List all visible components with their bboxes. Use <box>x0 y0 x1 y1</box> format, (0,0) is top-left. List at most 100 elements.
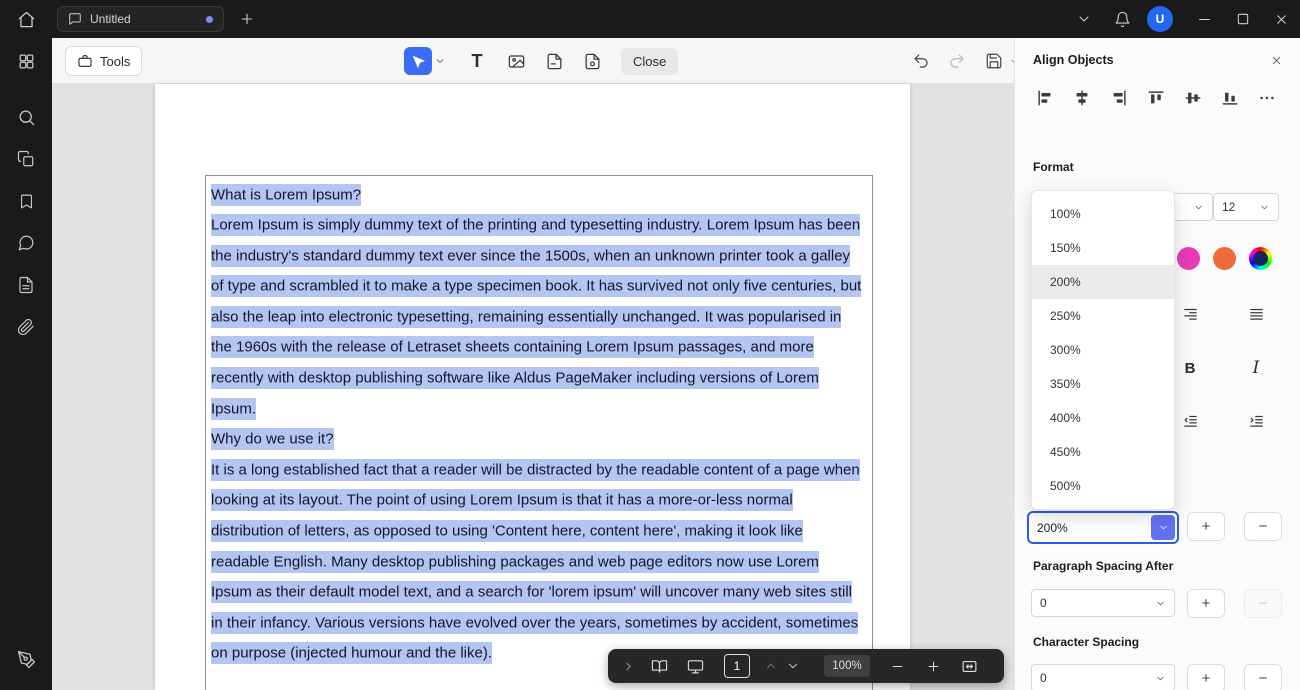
justify-text-icon[interactable] <box>1242 300 1270 328</box>
indent-increase-icon[interactable] <box>1242 407 1270 435</box>
zoom-in-icon[interactable] <box>922 659 944 674</box>
character-spacing-value: 0 <box>1040 671 1047 685</box>
quick-tools-group: T Close <box>404 46 678 76</box>
notification-bell-icon[interactable] <box>1108 0 1136 38</box>
align-center-horizontal-button[interactable] <box>1069 85 1095 111</box>
document-outline-icon[interactable] <box>0 264 52 306</box>
paragraph-spacing-decrease-button[interactable]: − <box>1244 589 1282 618</box>
read-mode-icon[interactable] <box>648 658 670 675</box>
paragraph-spacing-label: Paragraph Spacing After <box>1033 559 1173 573</box>
line-spacing-option[interactable]: 150% <box>1032 231 1174 265</box>
line-spacing-option[interactable]: 250% <box>1032 299 1174 333</box>
color-picker-swatch[interactable] <box>1249 247 1272 270</box>
paragraph-spacing-increase-button[interactable]: + <box>1187 589 1225 618</box>
select-tool-button[interactable] <box>404 47 432 75</box>
line-spacing-option[interactable]: 400% <box>1032 401 1174 435</box>
align-top-button[interactable] <box>1143 85 1169 111</box>
doc-heading-1: What is Lorem Ipsum? <box>211 180 863 211</box>
user-avatar[interactable]: U <box>1147 6 1173 32</box>
line-spacing-decrease-button[interactable]: − <box>1244 512 1282 541</box>
close-tool-button[interactable]: Close <box>621 48 678 75</box>
panel-title: Align Objects <box>1033 53 1114 67</box>
line-spacing-input[interactable]: 200% <box>1027 511 1179 544</box>
doc-heading-2: Why do we use it? <box>211 425 863 456</box>
more-alignment-options-icon[interactable] <box>1254 85 1280 111</box>
close-label: Close <box>633 54 666 69</box>
view-status-bar: 1 100% <box>608 649 1004 683</box>
pink-color-swatch[interactable] <box>1177 247 1200 270</box>
fit-width-icon[interactable] <box>958 658 980 675</box>
zoom-out-icon[interactable] <box>886 659 908 674</box>
line-spacing-dropdown-toggle[interactable] <box>1151 515 1175 540</box>
form-tool-button[interactable] <box>539 46 569 76</box>
line-spacing-options-list: 100% 150% 200% 250% 300% 350% 400% 450% … <box>1031 190 1175 510</box>
image-tool-button[interactable] <box>501 46 531 76</box>
orange-color-swatch[interactable] <box>1213 247 1236 270</box>
expand-chevron-icon[interactable] <box>620 660 636 673</box>
line-spacing-option-selected[interactable]: 200% <box>1032 265 1174 299</box>
page-number-input[interactable]: 1 <box>724 654 750 678</box>
collapse-chevron-icon[interactable] <box>1070 0 1098 38</box>
pdf-page[interactable]: What is Lorem Ipsum? Lorem Ipsum is simp… <box>155 84 910 690</box>
line-spacing-option[interactable]: 300% <box>1032 333 1174 367</box>
line-spacing-option[interactable]: 500% <box>1032 469 1174 503</box>
align-right-button[interactable] <box>1106 85 1132 111</box>
align-bottom-button[interactable] <box>1217 85 1243 111</box>
character-spacing-decrease-button[interactable]: − <box>1244 664 1282 690</box>
align-middle-vertical-button[interactable] <box>1180 85 1206 111</box>
attachments-icon[interactable] <box>0 306 52 348</box>
bold-button[interactable]: B <box>1176 354 1204 382</box>
tab-chat-icon <box>68 12 82 26</box>
italic-button[interactable]: I <box>1242 354 1270 382</box>
doc-paragraph-2: It is a long established fact that a rea… <box>211 455 863 669</box>
text-tool-glyph: T <box>472 51 483 72</box>
align-text-right-icon[interactable] <box>1176 300 1204 328</box>
line-spacing-option[interactable]: 100% <box>1032 197 1174 231</box>
apps-grid-icon[interactable] <box>0 38 52 84</box>
close-window-button[interactable] <box>1267 0 1295 38</box>
paragraph-spacing-dropdown[interactable]: 0 <box>1031 589 1175 617</box>
zoom-level-display[interactable]: 100% <box>824 655 870 677</box>
maximize-button[interactable] <box>1229 0 1257 38</box>
main-toolbar: Tools T Close <box>52 38 1014 84</box>
unsaved-indicator-dot <box>206 16 213 23</box>
comments-icon[interactable] <box>0 222 52 264</box>
previous-page-icon[interactable] <box>762 659 780 673</box>
font-color-swatches <box>1177 247 1272 270</box>
save-icon[interactable] <box>980 46 1008 76</box>
align-objects-panel: Align Objects <box>1014 38 1300 690</box>
pen-tool-icon[interactable] <box>0 638 52 680</box>
new-tab-button[interactable] <box>233 0 261 38</box>
undo-icon[interactable] <box>907 46 935 76</box>
line-spacing-value: 200% <box>1029 521 1151 535</box>
select-tool-chevron-icon[interactable] <box>432 46 448 76</box>
line-spacing-option[interactable]: 450% <box>1032 435 1174 469</box>
line-spacing-increase-button[interactable]: + <box>1187 512 1225 541</box>
minimize-button[interactable] <box>1190 0 1218 38</box>
page-thumbnails-icon[interactable] <box>0 138 52 180</box>
sign-tool-button[interactable] <box>577 46 607 76</box>
panel-close-icon[interactable] <box>1266 50 1286 70</box>
alignment-buttons-row <box>1032 85 1280 111</box>
presentation-mode-icon[interactable] <box>684 658 706 675</box>
indent-decrease-icon[interactable] <box>1176 407 1204 435</box>
pdf-editor-app: Untitled U <box>0 0 1300 690</box>
font-size-value: 12 <box>1222 200 1235 214</box>
next-page-icon[interactable] <box>784 659 802 673</box>
character-spacing-increase-button[interactable]: + <box>1187 664 1225 690</box>
tools-button[interactable]: Tools <box>65 46 142 76</box>
title-bar: Untitled U <box>0 0 1300 38</box>
line-spacing-option[interactable]: 350% <box>1032 367 1174 401</box>
redo-icon[interactable] <box>943 46 971 76</box>
left-sidebar <box>0 38 52 690</box>
font-size-dropdown[interactable]: 12 <box>1213 193 1279 221</box>
document-tab[interactable]: Untitled <box>57 6 224 32</box>
selected-text-box[interactable]: What is Lorem Ipsum? Lorem Ipsum is simp… <box>205 175 873 690</box>
character-spacing-dropdown[interactable]: 0 <box>1031 664 1175 690</box>
text-tool-button[interactable]: T <box>462 46 492 76</box>
bookmarks-icon[interactable] <box>0 180 52 222</box>
home-icon[interactable] <box>12 0 40 38</box>
align-left-button[interactable] <box>1032 85 1058 111</box>
tools-label: Tools <box>100 54 130 69</box>
search-icon[interactable] <box>0 96 52 138</box>
